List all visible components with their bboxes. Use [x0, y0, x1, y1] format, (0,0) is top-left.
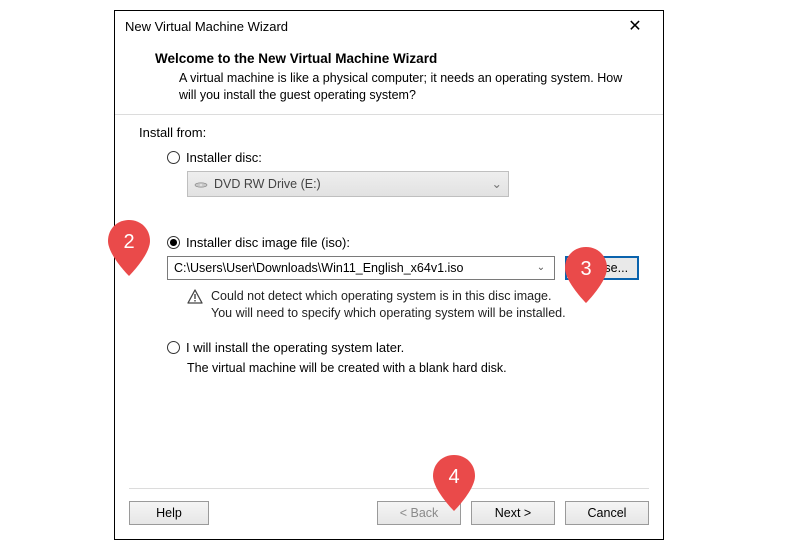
wizard-subtext: A virtual machine is like a physical com…: [155, 70, 623, 104]
option-iso: Installer disc image file (iso): C:\User…: [167, 235, 639, 322]
later-note: The virtual machine will be created with…: [187, 361, 639, 375]
radio-later[interactable]: I will install the operating system late…: [167, 340, 639, 355]
next-button[interactable]: Next >: [471, 501, 555, 525]
option-installer-disc: Installer disc: DVD RW Drive (E:) ⌄: [167, 150, 639, 197]
wizard-header: Welcome to the New Virtual Machine Wizar…: [115, 41, 663, 115]
iso-path-input[interactable]: C:\Users\User\Downloads\Win11_English_x6…: [167, 256, 555, 280]
radio-iso[interactable]: Installer disc image file (iso):: [167, 235, 639, 250]
close-icon[interactable]: ✕: [615, 12, 655, 40]
radio-icon: [167, 341, 180, 354]
back-button: < Back: [377, 501, 461, 525]
drive-select[interactable]: DVD RW Drive (E:) ⌄: [187, 171, 509, 197]
option-later: I will install the operating system late…: [167, 340, 639, 375]
install-from-label: Install from:: [139, 125, 639, 140]
warning-line-2: You will need to specify which operating…: [211, 305, 566, 322]
iso-warning: Could not detect which operating system …: [187, 288, 639, 322]
window-title: New Virtual Machine Wizard: [125, 19, 288, 34]
radio-label: Installer disc image file (iso):: [186, 235, 350, 250]
radio-installer-disc[interactable]: Installer disc:: [167, 150, 639, 165]
radio-icon: [167, 236, 180, 249]
wizard-body: Install from: Installer disc: DVD RW Dri…: [115, 115, 663, 488]
radio-label: Installer disc:: [186, 150, 262, 165]
disc-drive-icon: [194, 179, 208, 189]
button-row: Help < Back Next > Cancel: [115, 489, 663, 539]
cancel-button[interactable]: Cancel: [565, 501, 649, 525]
wizard-dialog: New Virtual Machine Wizard ✕ Welcome to …: [114, 10, 664, 540]
chevron-down-icon: ⌄: [532, 262, 550, 273]
radio-icon: [167, 151, 180, 164]
radio-label: I will install the operating system late…: [186, 340, 404, 355]
chevron-down-icon: ⌄: [492, 176, 502, 191]
browse-button[interactable]: Browse...: [565, 256, 639, 280]
warning-icon: [187, 289, 203, 305]
wizard-heading: Welcome to the New Virtual Machine Wizar…: [155, 51, 623, 66]
help-button[interactable]: Help: [129, 501, 209, 525]
drive-select-text: DVD RW Drive (E:): [214, 177, 321, 191]
titlebar: New Virtual Machine Wizard ✕: [115, 11, 663, 41]
warning-line-1: Could not detect which operating system …: [211, 288, 566, 305]
iso-path-text: C:\Users\User\Downloads\Win11_English_x6…: [174, 261, 463, 275]
